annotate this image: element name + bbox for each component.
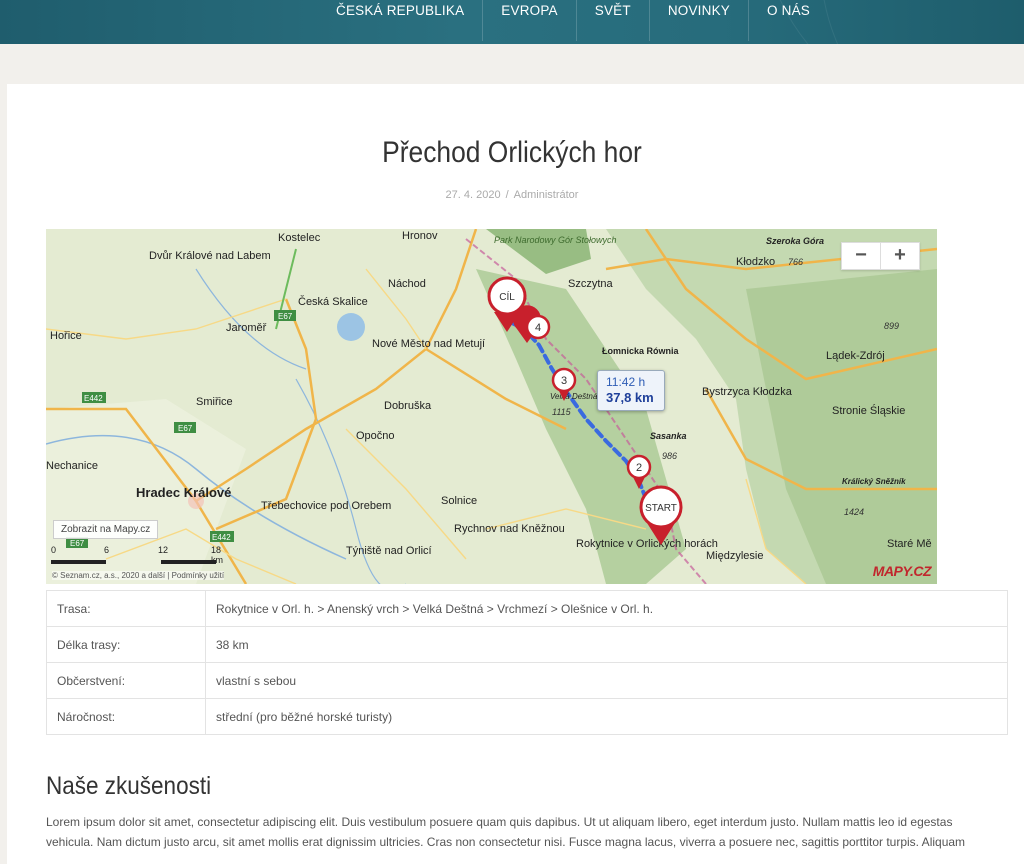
place-label: Lądek-Zdrój xyxy=(826,350,885,362)
place-label: Hořice xyxy=(50,330,82,342)
meta-separator: / xyxy=(505,189,509,201)
table-row: Délka trasy: 38 km xyxy=(46,626,1008,663)
place-label: Jaroměř xyxy=(226,322,267,334)
place-label: Solnice xyxy=(441,495,477,507)
nav-item-ceska-republika[interactable]: ČESKÁ REPUBLIKA xyxy=(318,0,484,41)
finish-label: CÍL xyxy=(499,290,515,303)
place-label: Nové Město nad Metují xyxy=(372,338,485,350)
start-label: START xyxy=(645,503,677,514)
map-copyright[interactable]: © Seznam.cz, a.s., 2020 a další | Podmín… xyxy=(52,571,225,580)
page-title: Přechod Orlických hor xyxy=(382,136,642,169)
nav-item-novinky[interactable]: NOVINKY xyxy=(650,0,749,41)
road-label: E67 xyxy=(278,312,293,321)
elevation-label: 1115 xyxy=(552,407,572,417)
scale-label: 12 xyxy=(158,545,169,555)
road-label: E442 xyxy=(84,394,103,403)
post-meta: 27. 4. 2020 / Administrátor xyxy=(0,189,1024,201)
table-value: vlastní s sebou xyxy=(205,662,1008,699)
nav-item-evropa[interactable]: EVROPA xyxy=(483,0,577,41)
place-label: Dobruška xyxy=(384,400,432,412)
nav-item-svet[interactable]: SVĚT xyxy=(577,0,650,41)
place-label: Międzylesie xyxy=(706,550,763,562)
scale-label: 0 xyxy=(51,545,57,555)
place-label: Łomnicka Równia xyxy=(602,346,680,356)
route-distance: 37,8 km xyxy=(606,390,654,405)
table-value: střední (pro běžné horské turisty) xyxy=(205,698,1008,735)
zoom-in-button[interactable]: + xyxy=(881,243,919,269)
place-label: Dvůr Králové nad Labem xyxy=(149,250,271,262)
road-label: E67 xyxy=(178,424,193,433)
main-menu: ČESKÁ REPUBLIKA EVROPA SVĚT NOVINKY O NÁ… xyxy=(318,0,828,41)
zoom-control: − + xyxy=(841,242,920,270)
road-label: E67 xyxy=(70,539,85,548)
place-label: Třebechovice pod Orebem xyxy=(261,500,391,512)
route-time: 11:42 h xyxy=(606,375,646,389)
place-label: Opočno xyxy=(356,430,395,442)
zoom-out-button[interactable]: − xyxy=(842,243,881,269)
place-label: Velká Deštná xyxy=(550,392,598,401)
elevation-label: 986 xyxy=(662,451,677,461)
header-decoration xyxy=(820,0,1024,44)
place-label: Szczytna xyxy=(568,278,614,290)
scale-bar xyxy=(51,560,106,564)
top-navigation: ČESKÁ REPUBLIKA EVROPA SVĚT NOVINKY O NÁ… xyxy=(0,0,1024,44)
table-row: Trasa: Rokytnice v Orl. h. > Anenský vrc… xyxy=(46,590,1008,627)
map-canvas: Kostelec Hronov Dvůr Králové nad Labem N… xyxy=(46,229,937,584)
mapy-cz-logo[interactable]: MAPY.CZ xyxy=(873,563,932,579)
waypoint-label: 4 xyxy=(535,322,541,334)
place-label: Bystrzyca Kłodzka xyxy=(702,386,793,398)
nav-item-o-nas[interactable]: O NÁS xyxy=(749,0,828,41)
scale-bar xyxy=(161,560,216,564)
table-row: Náročnost: střední (pro běžné horské tur… xyxy=(46,698,1008,735)
place-label: Nechanice xyxy=(46,460,98,472)
post-author[interactable]: Administrátor xyxy=(514,189,579,201)
place-label: Kłodzko xyxy=(736,256,775,268)
route-details-table: Trasa: Rokytnice v Orl. h. > Anenský vrc… xyxy=(46,590,1008,735)
section-paragraph: Lorem ipsum dolor sit amet, consectetur … xyxy=(46,815,966,849)
place-label: Szeroka Góra xyxy=(766,236,824,246)
place-label: Stronie Śląskie xyxy=(832,404,905,417)
place-label: Náchod xyxy=(388,278,426,290)
place-label: Staré Mě xyxy=(887,538,932,550)
place-label: Park Narodowy Gór Stołowych xyxy=(494,235,617,245)
route-map[interactable]: Kostelec Hronov Dvůr Králové nad Labem N… xyxy=(46,229,937,584)
table-label: Délka trasy: xyxy=(46,626,206,663)
place-label: Sasanka xyxy=(650,431,687,441)
place-label: Česká Skalice xyxy=(298,295,368,308)
table-row: Občerstvení: vlastní s sebou xyxy=(46,662,1008,699)
place-label: Rokytnice v Orlických horách xyxy=(576,538,718,550)
place-label: Smiřice xyxy=(196,396,233,408)
place-label: Hradec Králové xyxy=(136,485,231,500)
route-summary-popup[interactable]: 11:42 h 37,8 km xyxy=(597,370,665,411)
place-label: Hronov xyxy=(402,230,438,242)
place-label: Kostelec xyxy=(278,232,321,244)
show-on-mapy-link[interactable]: Zobrazit na Mapy.cz xyxy=(53,520,159,539)
road-label: E442 xyxy=(212,533,231,542)
waypoint-label: 2 xyxy=(636,462,642,474)
post-date[interactable]: 27. 4. 2020 xyxy=(446,189,501,201)
elevation-label: 1424 xyxy=(844,507,864,517)
elevation-label: 899 xyxy=(884,321,899,331)
place-label: Týniště nad Orlicí xyxy=(346,545,432,557)
table-value: 38 km xyxy=(205,626,1008,663)
table-label: Občerstvení: xyxy=(46,662,206,699)
table-label: Náročnost: xyxy=(46,698,206,735)
table-label: Trasa: xyxy=(46,590,206,627)
place-label: Rychnov nad Kněžnou xyxy=(454,523,565,535)
place-label: Králický Sněžník xyxy=(842,477,906,486)
waypoint-label: 3 xyxy=(561,375,567,387)
elevation-label: 766 xyxy=(788,257,803,267)
section-heading: Naše zkušenosti xyxy=(46,772,212,800)
scale-label: 6 xyxy=(104,545,110,555)
table-value: Rokytnice v Orl. h. > Anenský vrch > Vel… xyxy=(205,590,1008,627)
